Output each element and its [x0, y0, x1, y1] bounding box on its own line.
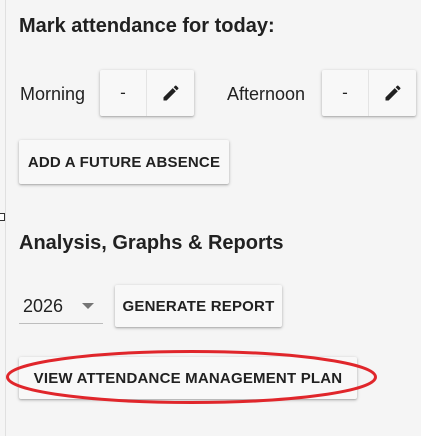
- attendance-heading: Mark attendance for today:: [19, 15, 275, 37]
- morning-edit-button[interactable]: [147, 70, 194, 116]
- year-select-value: 2026: [23, 296, 64, 316]
- morning-attendance-control: -: [100, 70, 194, 116]
- morning-value[interactable]: -: [100, 70, 147, 116]
- afternoon-attendance-control: -: [322, 70, 416, 116]
- pencil-icon: [163, 85, 179, 101]
- view-attendance-plan-button[interactable]: VIEW ATTENDANCE MANAGEMENT PLAN: [19, 357, 357, 399]
- pencil-icon: [385, 85, 401, 101]
- morning-label: Morning: [20, 84, 86, 104]
- afternoon-label: Afternoon: [227, 84, 306, 104]
- year-select[interactable]: 2026: [19, 288, 103, 324]
- add-future-absence-button[interactable]: ADD A FUTURE ABSENCE: [19, 140, 229, 184]
- caret-down-icon: [82, 303, 94, 309]
- reports-heading: Analysis, Graphs & Reports: [19, 232, 284, 254]
- afternoon-value[interactable]: -: [322, 70, 369, 116]
- afternoon-edit-button[interactable]: [369, 70, 416, 116]
- resize-handle[interactable]: [0, 213, 5, 221]
- generate-report-button[interactable]: GENERATE REPORT: [115, 285, 282, 327]
